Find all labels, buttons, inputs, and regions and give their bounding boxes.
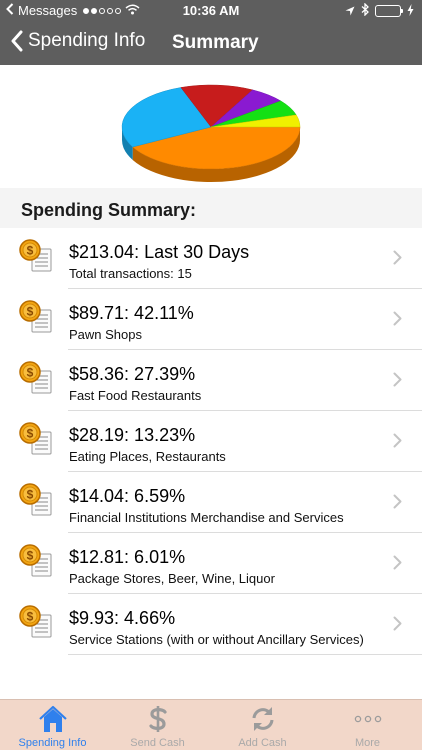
chevron-right-icon [393, 555, 402, 575]
svg-text:$: $ [27, 488, 34, 502]
row-title: $213.04: Last 30 Days [69, 242, 250, 262]
page-title: Summary [172, 32, 259, 53]
row-subtitle: Pawn Shops [69, 327, 142, 342]
row-subtitle: Eating Places, Restaurants [69, 449, 226, 464]
row-title: $14.04: 6.59% [69, 486, 186, 506]
more-icon [354, 715, 381, 723]
row-title: $9.93: 4.66% [69, 608, 176, 628]
row-subtitle: Fast Food Restaurants [69, 388, 202, 403]
location-arrow-icon [345, 4, 355, 19]
row-subtitle: Total transactions: 15 [69, 266, 192, 281]
svg-text:$: $ [27, 244, 34, 258]
home-icon [38, 705, 67, 732]
coin-receipt-icon: $ [19, 239, 55, 273]
spending-list: $ $213.04: Last 30 Days Total transactions… [0, 228, 422, 655]
tab-bar: Spending Info Send Cash Add Cash More [0, 699, 422, 750]
total-summary-row[interactable]: $ $213.04: Last 30 Days Total transactions… [0, 228, 422, 289]
chevron-right-icon [393, 311, 402, 331]
back-button-label: Spending Info [28, 30, 146, 51]
chevron-right-icon [393, 616, 402, 636]
charging-icon [407, 3, 414, 19]
row-title: $28.19: 13.23% [69, 425, 196, 445]
status-bar: Messages 10:36 AM [0, 0, 422, 22]
back-button[interactable]: Spending Info [10, 30, 145, 52]
svg-text:$: $ [27, 366, 34, 380]
row-title: $58.36: 27.39% [69, 364, 196, 384]
coin-receipt-icon: $ [19, 422, 55, 456]
svg-text:$: $ [27, 305, 34, 319]
chevron-left-icon [11, 30, 23, 52]
navigation-bar: Spending Info Summary [0, 22, 422, 65]
coin-receipt-icon: $ [19, 483, 55, 517]
row-subtitle: Service Stations (with or without Ancill… [69, 632, 364, 647]
tab-label: More [354, 737, 381, 749]
chevron-right-icon [393, 250, 402, 270]
svg-text:$: $ [27, 610, 34, 624]
coin-receipt-icon: $ [19, 361, 55, 395]
refresh-icon [252, 707, 273, 731]
tab-label: Send Cash [130, 737, 185, 749]
coin-receipt-icon: $ [19, 300, 55, 334]
battery-icon [375, 5, 403, 17]
tab-label: Spending Info [18, 737, 87, 749]
tab-send-cash[interactable]: Send Cash [105, 700, 210, 751]
category-row[interactable]: $ $12.81: 6.01% Package Stores, Beer, Wine… [0, 533, 422, 594]
top-bar: Messages 10:36 AM Spending Info Summary [0, 0, 422, 65]
status-right [345, 2, 414, 19]
chevron-right-icon [393, 494, 402, 514]
pie-chart-svg [121, 84, 301, 182]
category-row[interactable]: $ $89.71: 42.11% Pawn Shops [0, 289, 422, 350]
row-subtitle: Financial Institutions Merchandise and S… [69, 510, 344, 525]
coin-receipt-icon: $ [19, 605, 55, 639]
svg-text:$: $ [27, 549, 34, 563]
category-row[interactable]: $ $58.36: 27.39% Fast Food Restaurants [0, 350, 422, 411]
category-row[interactable]: $ $14.04: 6.59% Financial Institutions Mer… [0, 472, 422, 533]
category-row[interactable]: $ $28.19: 13.23% Eating Places, Restaurant… [0, 411, 422, 472]
chevron-right-icon [393, 372, 402, 392]
row-title: $12.81: 6.01% [69, 547, 186, 567]
coin-receipt-icon: $ [19, 544, 55, 578]
row-title: $89.71: 42.11% [69, 303, 194, 323]
spending-pie-chart [0, 65, 422, 187]
category-row[interactable]: $ $9.93: 4.66% Service Stations (with or w… [0, 594, 422, 655]
bluetooth-icon [361, 2, 369, 19]
chevron-right-icon [393, 433, 402, 453]
tab-label: Add Cash [238, 737, 287, 749]
section-header: Spending Summary: [0, 188, 422, 228]
svg-text:$: $ [27, 427, 34, 441]
section-header-label: Spending Summary: [21, 200, 197, 220]
row-divider [68, 654, 422, 655]
tab-add-cash[interactable]: Add Cash [210, 700, 315, 751]
tab-spending-info[interactable]: Spending Info [0, 700, 105, 751]
tab-more[interactable]: More [315, 700, 420, 751]
row-subtitle: Package Stores, Beer, Wine, Liquor [69, 571, 275, 586]
dollar-icon [148, 706, 167, 732]
